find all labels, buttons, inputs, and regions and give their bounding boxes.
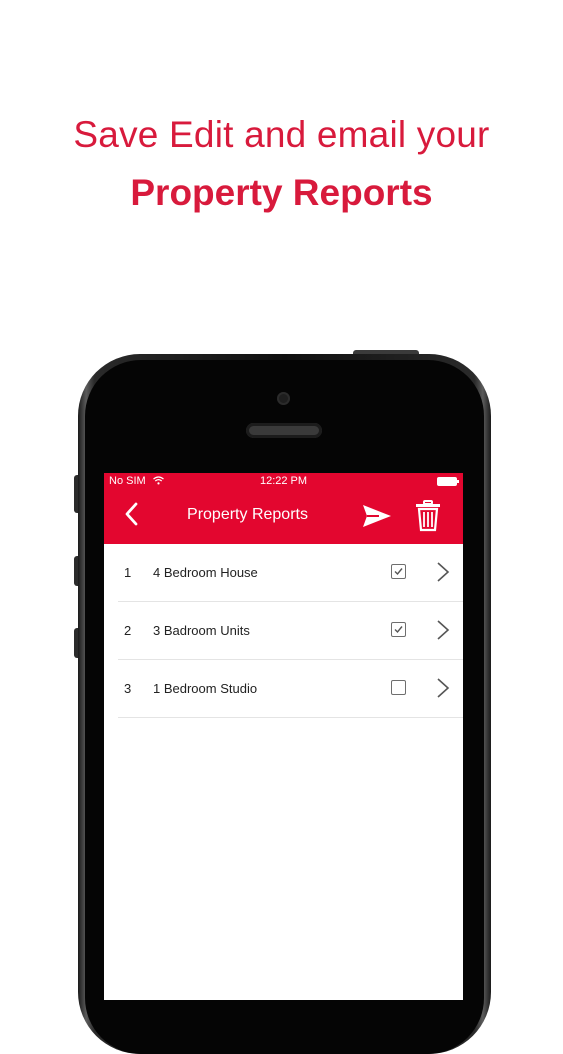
headline-line-1: Save Edit and email your bbox=[73, 114, 490, 155]
chevron-right-icon[interactable] bbox=[436, 561, 450, 588]
send-icon bbox=[363, 505, 391, 527]
page-title: Property Reports bbox=[187, 506, 308, 523]
send-email-button[interactable] bbox=[361, 502, 393, 530]
report-name: 4 Bedroom House bbox=[153, 565, 258, 580]
delete-button[interactable] bbox=[414, 499, 442, 533]
status-time: 12:22 PM bbox=[259, 475, 308, 487]
report-checkbox-unchecked[interactable] bbox=[391, 680, 406, 695]
app-screen: No SIM 12:22 PM Property Reports 1 4 Bed… bbox=[104, 473, 463, 1000]
report-row[interactable]: 3 1 Bedroom Studio bbox=[118, 660, 463, 718]
report-checkbox-checked[interactable] bbox=[391, 622, 406, 637]
report-name: 3 Badroom Units bbox=[153, 623, 250, 638]
checkmark-icon bbox=[394, 568, 403, 576]
status-bar: No SIM 12:22 PM bbox=[104, 473, 463, 490]
chevron-right-icon[interactable] bbox=[436, 619, 450, 646]
report-checkbox-checked[interactable] bbox=[391, 564, 406, 579]
report-list: 1 4 Bedroom House 2 3 Badroom Units 3 1 … bbox=[104, 544, 463, 718]
row-index: 3 bbox=[124, 681, 132, 696]
trash-icon bbox=[416, 500, 440, 532]
headline-line-2: Property Reports bbox=[130, 172, 433, 213]
report-row[interactable]: 2 3 Badroom Units bbox=[118, 602, 463, 660]
battery-icon bbox=[437, 477, 459, 486]
row-index: 2 bbox=[124, 623, 132, 638]
earpiece-speaker bbox=[246, 423, 322, 438]
report-name: 1 Bedroom Studio bbox=[153, 681, 258, 696]
chevron-right-icon[interactable] bbox=[436, 677, 450, 704]
navigation-bar: Property Reports bbox=[104, 490, 463, 544]
report-row[interactable]: 1 4 Bedroom House bbox=[118, 544, 463, 602]
checkmark-icon bbox=[394, 626, 403, 634]
row-index: 1 bbox=[124, 565, 132, 580]
front-camera bbox=[277, 392, 290, 405]
